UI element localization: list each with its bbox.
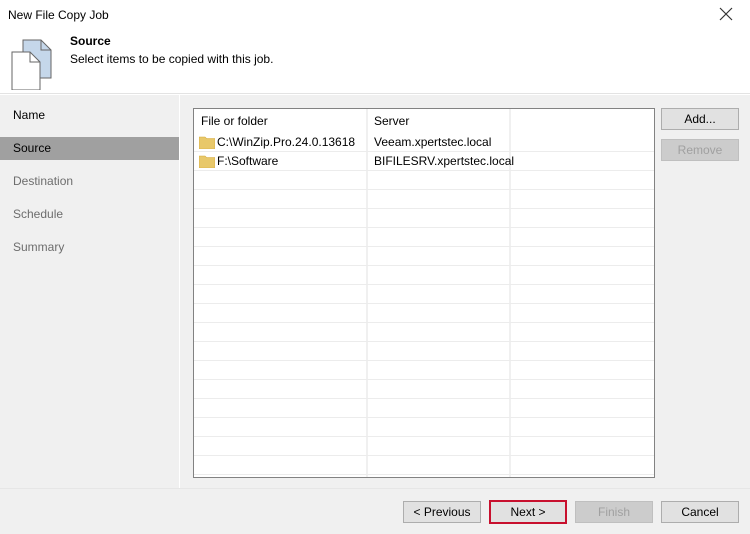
row-gridline [194,455,654,456]
row-gridline [194,246,654,247]
sidebar-item-summary[interactable]: Summary [0,236,179,259]
row-gridline [194,474,654,475]
row-path: F:\Software [217,154,279,168]
row-gridline [194,360,654,361]
row-gridline [194,417,654,418]
sidebar-item-source[interactable]: Source [0,137,179,160]
finish-button[interactable]: Finish [575,501,653,523]
row-gridline [194,189,654,190]
row-gridline [194,227,654,228]
wizard-footer: < Previous Next > Finish Cancel [0,488,750,534]
sidebar-item-name[interactable]: Name [0,104,179,127]
wizard-header: Source Select items to be copied with th… [0,30,750,94]
main-panel: File or folder Server C:\WinZip.Pro.24.0… [180,95,750,488]
row-gridline [194,265,654,266]
previous-button[interactable]: < Previous [403,501,481,523]
close-icon[interactable] [716,4,736,24]
folder-icon [198,155,216,169]
row-gridline [194,151,654,152]
title-bar: New File Copy Job [0,0,750,30]
row-gridline [194,379,654,380]
row-gridline [194,436,654,437]
row-gridline [194,398,654,399]
list-header: File or folder Server [194,109,654,133]
column-header-server[interactable]: Server [367,109,409,133]
column-header-empty[interactable] [510,109,517,133]
file-copy-icon [10,34,54,91]
row-path: C:\WinZip.Pro.24.0.13618 [217,135,356,149]
add-button[interactable]: Add... [661,108,739,130]
row-gridline [194,284,654,285]
row-gridline [194,322,654,323]
source-items-list[interactable]: File or folder Server C:\WinZip.Pro.24.0… [193,108,655,478]
list-row[interactable]: F:\Software BIFILESRV.xpertstec.local [194,152,654,171]
row-server: BIFILESRV.xpertstec.local [374,154,515,168]
step-title: Source [70,34,111,48]
row-gridline [194,341,654,342]
remove-button[interactable]: Remove [661,139,739,161]
list-row[interactable]: C:\WinZip.Pro.24.0.13618 Veeam.xpertstec… [194,133,654,152]
sidebar-item-schedule[interactable]: Schedule [0,203,179,226]
next-button[interactable]: Next > [489,500,567,524]
column-header-file-or-folder[interactable]: File or folder [194,109,268,133]
wizard-steps-sidebar: Name Source Destination Schedule Summary [0,95,179,488]
row-server: Veeam.xpertstec.local [374,135,492,149]
sidebar-item-destination[interactable]: Destination [0,170,179,193]
window-title: New File Copy Job [8,8,109,22]
step-description: Select items to be copied with this job. [70,52,274,66]
row-gridline [194,303,654,304]
folder-icon [198,136,216,150]
row-gridline [194,208,654,209]
row-gridline [194,170,654,171]
cancel-button[interactable]: Cancel [661,501,739,523]
